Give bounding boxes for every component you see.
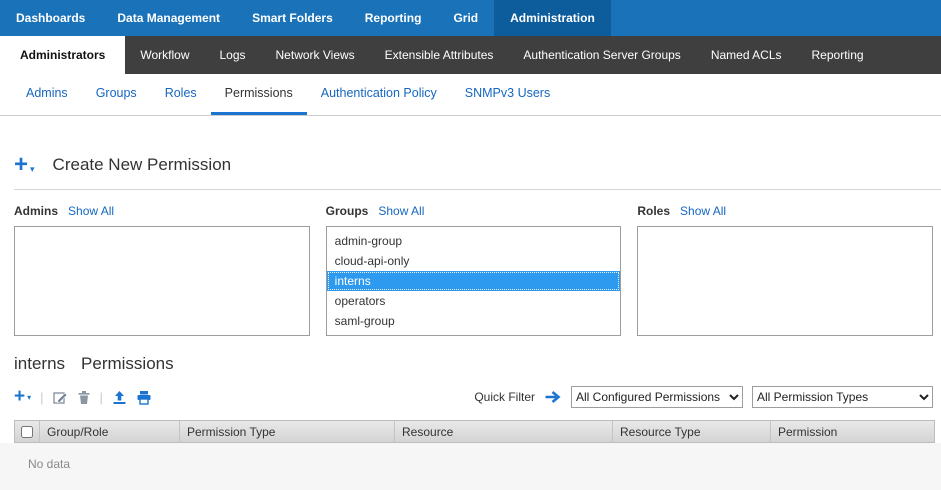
tab-extensible-attributes[interactable]: Extensible Attributes xyxy=(370,36,509,74)
column-header-permission-type[interactable]: Permission Type xyxy=(180,421,395,442)
top-nav-item-data-management[interactable]: Data Management xyxy=(101,0,236,36)
upload-button[interactable] xyxy=(112,390,127,405)
printer-icon xyxy=(136,390,152,405)
tab-workflow[interactable]: Workflow xyxy=(125,36,204,74)
empty-state-text: No data xyxy=(28,457,70,471)
permissions-toolbar: + ▾ | | xyxy=(0,374,941,416)
divider: | xyxy=(100,390,103,405)
roles-picker: Roles Show All xyxy=(637,200,933,336)
selected-group-name: interns xyxy=(14,354,65,374)
subtab-snmpv3-users[interactable]: SNMPv3 Users xyxy=(451,74,564,115)
column-header-resource[interactable]: Resource xyxy=(395,421,613,442)
pickers-row: Admins Show All Groups Show All admin-gr… xyxy=(0,190,941,336)
tab-administrators[interactable]: Administrators xyxy=(0,36,125,74)
quick-filter-arrow-icon[interactable] xyxy=(544,390,562,404)
configured-permissions-select[interactable]: All Configured Permissions xyxy=(571,386,743,408)
permissions-title: Permissions xyxy=(81,354,174,374)
list-item[interactable]: cloud-api-only xyxy=(327,251,621,271)
select-all-checkbox[interactable] xyxy=(21,426,33,438)
create-new-permission-title: Create New Permission xyxy=(53,155,232,175)
list-item-selected[interactable]: interns xyxy=(327,271,621,291)
permissions-heading: interns Permissions xyxy=(0,336,941,374)
permissions-table-body: No data xyxy=(0,443,941,490)
admins-picker: Admins Show All xyxy=(14,200,310,336)
admin-tab-bar: Administrators Workflow Logs Network Vie… xyxy=(0,36,941,74)
admins-show-all-link[interactable]: Show All xyxy=(68,204,114,218)
pencil-icon xyxy=(53,390,68,405)
add-button[interactable]: + ▾ xyxy=(14,389,31,405)
edit-button[interactable] xyxy=(53,390,68,405)
create-permission-section: + ▾ Create New Permission xyxy=(0,116,941,190)
permission-types-select[interactable]: All Permission Types xyxy=(752,386,933,408)
divider: | xyxy=(40,390,43,405)
sub-tab-bar: Admins Groups Roles Permissions Authenti… xyxy=(0,74,941,116)
quick-filter-label: Quick Filter xyxy=(474,390,535,404)
subtab-permissions[interactable]: Permissions xyxy=(211,74,307,115)
select-all-cell xyxy=(15,421,40,442)
tab-reporting[interactable]: Reporting xyxy=(797,36,879,74)
permissions-table-header: Group/Role Permission Type Resource Reso… xyxy=(14,420,935,443)
top-nav-item-dashboards[interactable]: Dashboards xyxy=(0,0,101,36)
trash-icon xyxy=(77,390,91,405)
groups-label: Groups xyxy=(326,204,369,218)
column-header-group-role[interactable]: Group/Role xyxy=(40,421,180,442)
subtab-groups[interactable]: Groups xyxy=(82,74,151,115)
tab-logs[interactable]: Logs xyxy=(204,36,260,74)
admins-listbox[interactable] xyxy=(14,226,310,336)
list-item[interactable]: admin-group xyxy=(327,231,621,251)
upload-icon xyxy=(112,390,127,405)
top-nav-item-grid[interactable]: Grid xyxy=(437,0,494,36)
top-nav: Dashboards Data Management Smart Folders… xyxy=(0,0,941,36)
top-nav-item-smart-folders[interactable]: Smart Folders xyxy=(236,0,349,36)
delete-button[interactable] xyxy=(77,390,91,405)
subtab-admins[interactable]: Admins xyxy=(12,74,82,115)
column-header-permission[interactable]: Permission xyxy=(771,421,934,442)
roles-label: Roles xyxy=(637,204,670,218)
list-item[interactable]: saml-group xyxy=(327,311,621,331)
tab-network-views[interactable]: Network Views xyxy=(261,36,370,74)
subtab-roles[interactable]: Roles xyxy=(151,74,211,115)
plus-icon: + xyxy=(14,154,28,176)
chevron-down-icon: ▾ xyxy=(27,393,31,402)
groups-listbox[interactable]: admin-group cloud-api-only interns opera… xyxy=(326,226,622,336)
tab-authentication-server-groups[interactable]: Authentication Server Groups xyxy=(508,36,695,74)
top-nav-item-reporting[interactable]: Reporting xyxy=(349,0,438,36)
add-permission-button[interactable]: + ▾ xyxy=(14,154,35,176)
top-nav-item-administration[interactable]: Administration xyxy=(494,0,611,36)
tab-named-acls[interactable]: Named ACLs xyxy=(696,36,797,74)
print-button[interactable] xyxy=(136,390,152,405)
plus-icon: + xyxy=(14,389,25,405)
admins-label: Admins xyxy=(14,204,58,218)
column-header-resource-type[interactable]: Resource Type xyxy=(613,421,771,442)
groups-picker: Groups Show All admin-group cloud-api-on… xyxy=(326,200,622,336)
subtab-authentication-policy[interactable]: Authentication Policy xyxy=(307,74,451,115)
chevron-down-icon: ▾ xyxy=(30,162,35,176)
groups-show-all-link[interactable]: Show All xyxy=(378,204,424,218)
roles-listbox[interactable] xyxy=(637,226,933,336)
list-item[interactable]: operators xyxy=(327,291,621,311)
roles-show-all-link[interactable]: Show All xyxy=(680,204,726,218)
